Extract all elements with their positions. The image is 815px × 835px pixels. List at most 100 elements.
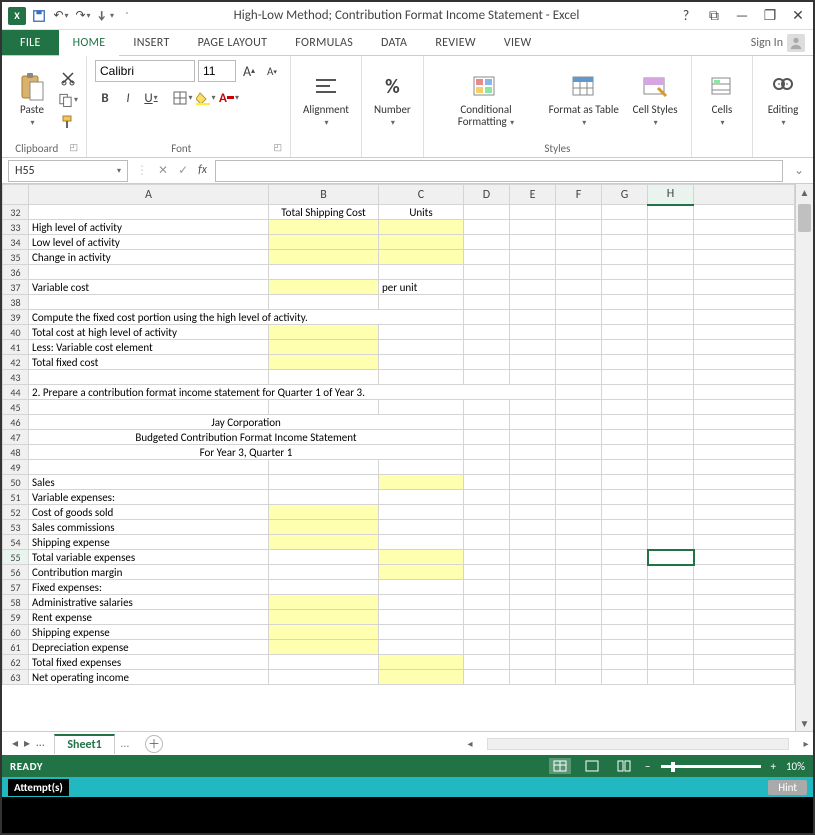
cell-E53[interactable]	[510, 520, 556, 535]
cell-B51[interactable]	[269, 490, 379, 505]
clipboard-dialog-launcher-icon[interactable]: ◰	[69, 142, 78, 153]
row-header-45[interactable]: 45	[3, 400, 29, 415]
cell-H62[interactable]	[648, 655, 694, 670]
cell-H54[interactable]	[648, 535, 694, 550]
page-break-view-icon[interactable]	[613, 758, 635, 774]
cell-E32[interactable]	[510, 205, 556, 220]
cell-G38[interactable]	[602, 295, 648, 310]
cell-A62[interactable]: Total fixed expenses	[29, 655, 269, 670]
cell-F37[interactable]	[556, 280, 602, 295]
name-box[interactable]: H55 ▾	[8, 160, 128, 182]
row-header-34[interactable]: 34	[3, 235, 29, 250]
cell-D50[interactable]	[464, 475, 510, 490]
cell-C54[interactable]	[379, 535, 464, 550]
cell-A33[interactable]: High level of activity	[29, 220, 269, 235]
row-header-51[interactable]: 51	[3, 490, 29, 505]
horizontal-scrollbar[interactable]	[487, 738, 789, 750]
cell-C38[interactable]	[379, 295, 464, 310]
cell-E50[interactable]	[510, 475, 556, 490]
cell-H52[interactable]	[648, 505, 694, 520]
font-dialog-launcher-icon[interactable]: ◰	[273, 142, 282, 153]
cell-G40[interactable]	[602, 325, 648, 340]
row-header-54[interactable]: 54	[3, 535, 29, 550]
row-header-44[interactable]: 44	[3, 385, 29, 400]
grid[interactable]: ABCDEFGH32Total Shipping CostUnits33High…	[2, 184, 795, 731]
cell-H50[interactable]	[648, 475, 694, 490]
cell-F48[interactable]	[556, 445, 602, 460]
cell-A35[interactable]: Change in activity	[29, 250, 269, 265]
italic-button[interactable]: I	[118, 88, 138, 108]
cell-E63[interactable]	[510, 670, 556, 685]
cell-H57[interactable]	[648, 580, 694, 595]
zoom-slider[interactable]	[661, 765, 761, 768]
cell-G63[interactable]	[602, 670, 648, 685]
cell-C53[interactable]	[379, 520, 464, 535]
cell-B59[interactable]	[269, 610, 379, 625]
zoom-in-icon[interactable]: +	[771, 760, 776, 773]
cell-D33[interactable]	[464, 220, 510, 235]
normal-view-icon[interactable]	[549, 758, 571, 774]
cell-G44[interactable]	[602, 385, 648, 400]
cell-E48[interactable]	[510, 445, 556, 460]
cell-H38[interactable]	[648, 295, 694, 310]
cell-E62[interactable]	[510, 655, 556, 670]
font-color-icon[interactable]: A▾	[219, 88, 239, 108]
cell-D36[interactable]	[464, 265, 510, 280]
cell-H53[interactable]	[648, 520, 694, 535]
row-header-33[interactable]: 33	[3, 220, 29, 235]
cell-C61[interactable]	[379, 640, 464, 655]
cell-E55[interactable]	[510, 550, 556, 565]
cell-B34[interactable]	[269, 235, 379, 250]
cell-H59[interactable]	[648, 610, 694, 625]
zoom-out-icon[interactable]: −	[645, 760, 650, 773]
cell-B63[interactable]	[269, 670, 379, 685]
cell-C60[interactable]	[379, 625, 464, 640]
cell-F42[interactable]	[556, 355, 602, 370]
cell-G36[interactable]	[602, 265, 648, 280]
cell-D60[interactable]	[464, 625, 510, 640]
cell-A52[interactable]: Cost of goods sold	[29, 505, 269, 520]
col-header-D[interactable]: D	[464, 185, 510, 205]
cell-F63[interactable]	[556, 670, 602, 685]
cut-icon[interactable]	[58, 68, 78, 88]
cell-A40[interactable]: Total cost at high level of activity	[29, 325, 269, 340]
cell-F61[interactable]	[556, 640, 602, 655]
cell-E56[interactable]	[510, 565, 556, 580]
zoom-level[interactable]: 10%	[786, 760, 805, 773]
font-size-input[interactable]	[198, 60, 236, 82]
cell-H33[interactable]	[648, 220, 694, 235]
cell-C41[interactable]	[379, 340, 464, 355]
row-header-36[interactable]: 36	[3, 265, 29, 280]
minimize-icon[interactable]: —	[733, 7, 751, 25]
cell-H34[interactable]	[648, 235, 694, 250]
row-header-43[interactable]: 43	[3, 370, 29, 385]
col-header-A[interactable]: A	[29, 185, 269, 205]
tab-formulas[interactable]: FORMULAS	[281, 30, 367, 55]
undo-icon[interactable]: ↶▾	[52, 7, 70, 25]
cell-D47[interactable]	[464, 430, 510, 445]
cell-D57[interactable]	[464, 580, 510, 595]
cell-H48[interactable]	[648, 445, 694, 460]
cell-F47[interactable]	[556, 430, 602, 445]
cell-C33[interactable]	[379, 220, 464, 235]
cell-D34[interactable]	[464, 235, 510, 250]
select-all-cell[interactable]	[3, 185, 29, 205]
font-name-input[interactable]	[95, 60, 195, 82]
cell-G59[interactable]	[602, 610, 648, 625]
cell-A58[interactable]: Administrative salaries	[29, 595, 269, 610]
cell-H47[interactable]	[648, 430, 694, 445]
cell-G46[interactable]	[602, 415, 648, 430]
cell-F34[interactable]	[556, 235, 602, 250]
cell-A57[interactable]: Fixed expenses:	[29, 580, 269, 595]
col-header-G[interactable]: G	[602, 185, 648, 205]
cell-F62[interactable]	[556, 655, 602, 670]
row-header-41[interactable]: 41	[3, 340, 29, 355]
row-header-47[interactable]: 47	[3, 430, 29, 445]
row-header-56[interactable]: 56	[3, 565, 29, 580]
cell-G33[interactable]	[602, 220, 648, 235]
cell-A32[interactable]	[29, 205, 269, 220]
cell-H49[interactable]	[648, 460, 694, 475]
copy-icon[interactable]: ▾	[58, 90, 78, 110]
cell-B56[interactable]	[269, 565, 379, 580]
tab-review[interactable]: REVIEW	[421, 30, 490, 55]
